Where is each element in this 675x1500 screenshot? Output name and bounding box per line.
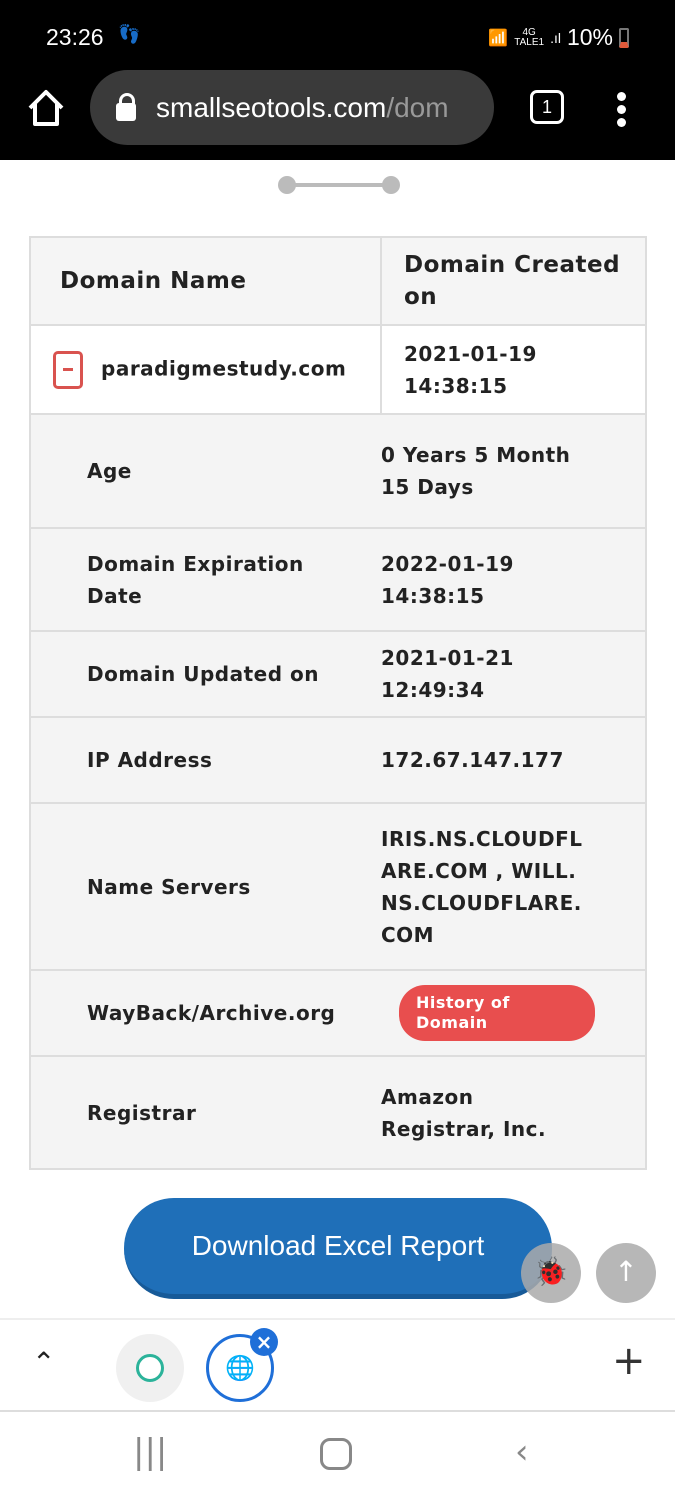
signal-icon: .ıl: [550, 29, 561, 46]
created-date: 2021-01-19 14:38:15: [380, 324, 647, 415]
battery-icon: [619, 27, 629, 48]
row-label: Registrar: [29, 1055, 381, 1170]
row-value: IRIS.NS.CLOUDFLARE.COM , WILL.NS.CLOUDFL…: [381, 802, 647, 971]
scroll-top-button[interactable]: ↑: [596, 1243, 656, 1303]
collapse-icon[interactable]: [53, 350, 83, 389]
row-label: Age: [29, 413, 381, 529]
lock-icon: [116, 92, 136, 121]
tab-bar: ⌃ 🌐 × +: [0, 1318, 675, 1412]
system-icons: 📶 4G TALE1 .ıl 10%: [488, 24, 629, 51]
whois-table: Domain Name Domain Created on paradigmes…: [29, 236, 647, 1170]
download-excel-button[interactable]: Download Excel Report: [124, 1198, 552, 1299]
tab-chart-icon[interactable]: [116, 1334, 184, 1402]
table-row: Domain Expiration Date 2022-01-19 14:38:1…: [29, 527, 647, 632]
row-value: Amazon Registrar, Inc.: [381, 1055, 647, 1170]
table-scroll-slider[interactable]: [278, 176, 400, 194]
chevron-up-icon[interactable]: ⌃: [32, 1346, 55, 1379]
battery-percent: 10%: [566, 24, 613, 50]
row-value: 172.67.147.177: [381, 716, 647, 804]
browser-toolbar: smallseotools.com/dom 1: [0, 70, 675, 160]
new-tab-icon[interactable]: +: [612, 1338, 646, 1384]
row-label: Name Servers: [29, 802, 381, 971]
clock: 23:26: [46, 24, 104, 50]
row-label: IP Address: [29, 716, 381, 804]
table-row: Domain Updated on 2021-01-21 12:49:34: [29, 630, 647, 718]
row-label: WayBack/Archive.org: [29, 969, 381, 1057]
tab-switcher-button[interactable]: 1: [530, 90, 564, 124]
url-host: smallseotools.com: [156, 91, 387, 123]
carrier: TALE1: [514, 36, 545, 48]
row-label: Domain Updated on: [29, 630, 381, 718]
home-icon[interactable]: [26, 88, 66, 128]
header-created-on: Domain Created on: [380, 236, 647, 326]
close-tab-icon[interactable]: ×: [250, 1328, 278, 1356]
wifi-icon: 📶: [488, 29, 509, 47]
domain-cell: paradigmestudy.com: [29, 324, 382, 415]
more-menu-icon[interactable]: [617, 92, 627, 131]
bug-icon[interactable]: 🐞: [521, 1243, 581, 1303]
recent-apps-icon[interactable]: |||: [133, 1432, 167, 1472]
header-domain-name: Domain Name: [29, 236, 382, 326]
home-nav-icon[interactable]: [320, 1438, 352, 1470]
android-nav-bar: ||| ‹: [0, 1412, 675, 1500]
address-bar[interactable]: smallseotools.com/dom: [90, 70, 494, 145]
row-label: Domain Expiration Date: [29, 527, 381, 632]
domain-name: paradigmestudy.com: [101, 356, 347, 380]
status-bar: 23:26 👣 📶 4G TALE1 .ıl 10%: [0, 0, 675, 70]
url-path: /dom: [386, 91, 449, 123]
table-row: Registrar Amazon Registrar, Inc.: [29, 1055, 647, 1170]
table-row: Age 0 Years 5 Month 15 Days: [29, 413, 647, 529]
history-of-domain-button[interactable]: History of Domain: [399, 985, 595, 1041]
table-row: WayBack/Archive.org History of Domain: [29, 969, 647, 1057]
back-icon[interactable]: ‹: [515, 1432, 529, 1472]
row-value: 2022-01-19 14:38:15: [381, 527, 647, 632]
row-value: 0 Years 5 Month 15 Days: [381, 413, 647, 529]
step-counter-icon: 👣: [118, 24, 141, 45]
row-value: 2021-01-21 12:49:34: [381, 630, 647, 718]
table-row: IP Address 172.67.147.177: [29, 716, 647, 804]
table-row: Name Servers IRIS.NS.CLOUDFLARE.COM , WIL…: [29, 802, 647, 971]
